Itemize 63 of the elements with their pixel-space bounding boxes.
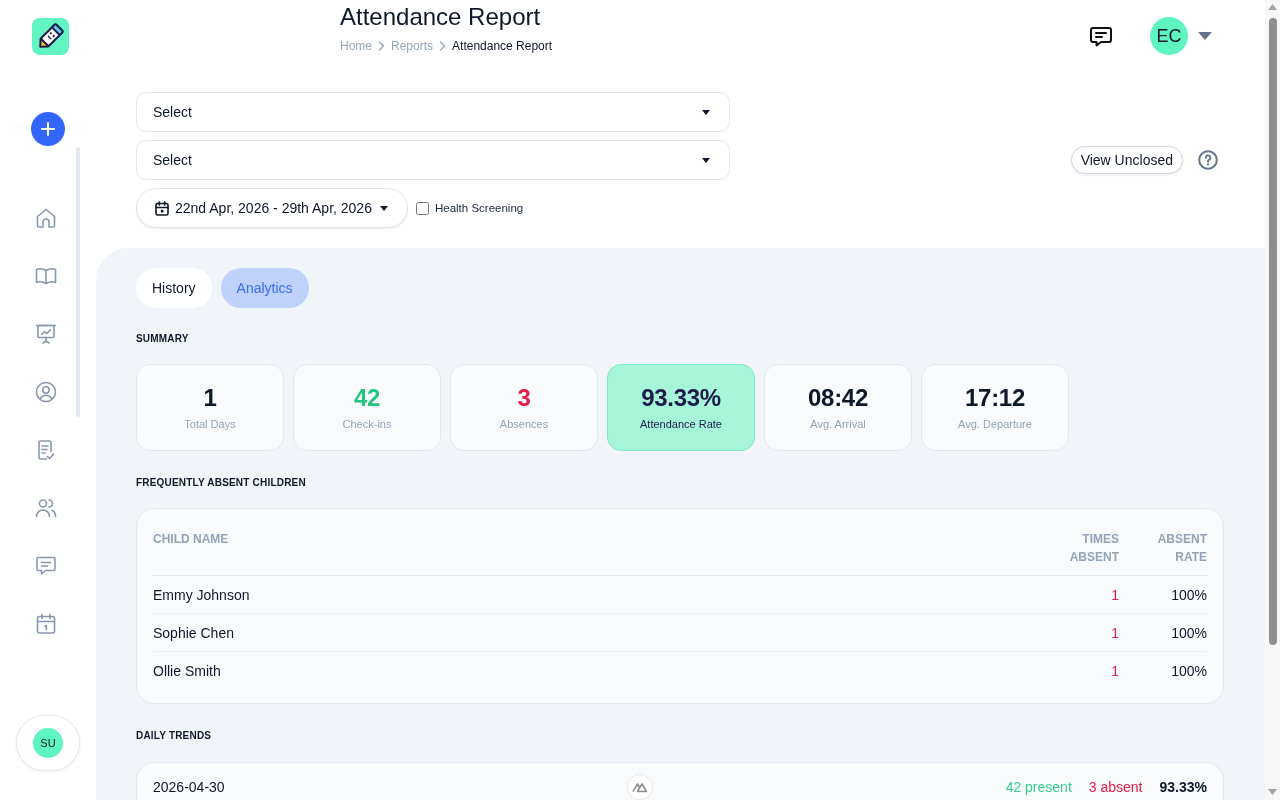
trend-date: 2026-04-30	[153, 779, 225, 795]
stat-value: 93.33%	[641, 384, 721, 412]
section-title: FREQUENTLY ABSENT CHILDREN	[136, 477, 306, 489]
presentation-chart-icon[interactable]	[34, 322, 58, 346]
chevron-right-icon	[378, 41, 385, 51]
chevron-right-icon	[439, 41, 447, 51]
stat-label: Attendance Rate	[640, 418, 722, 431]
caret-down-icon[interactable]	[702, 157, 710, 163]
pencil-logo-icon[interactable]	[32, 18, 69, 55]
users-icon[interactable]	[34, 496, 58, 520]
user-menu-button[interactable]: SU	[16, 715, 80, 771]
home-icon[interactable]	[34, 206, 58, 230]
stat-value: 42	[353, 384, 381, 412]
table-cell-text: Sophie Chen	[153, 624, 235, 641]
present-count: 42 present	[1005, 779, 1072, 795]
health-screening-checkbox[interactable]	[415, 201, 429, 215]
user-avatar[interactable]: EC	[1150, 17, 1188, 55]
plus-icon	[41, 122, 55, 136]
help-icon[interactable]	[1198, 150, 1218, 170]
calendar-icon[interactable]	[34, 612, 58, 636]
table-cell-text: 1	[1110, 662, 1119, 679]
stat-value: 17:12	[965, 384, 1025, 412]
stat-label: Check-ins	[342, 418, 392, 431]
stat-value: 1	[203, 384, 217, 412]
date-range-picker[interactable]: 22nd Apr, 2026 - 29th Apr, 2026	[136, 188, 408, 228]
table-cell-text: 100%	[1170, 624, 1207, 641]
column-header: TIMES ABSENT	[1069, 531, 1119, 566]
triangles-logo-icon[interactable]	[627, 774, 653, 800]
stat-label: Avg. Departure	[958, 418, 1032, 431]
column-header: ABSENT RATE	[1157, 531, 1207, 566]
stat-value: 3	[517, 384, 531, 412]
table-cell-text: Emmy Johnson	[153, 586, 251, 603]
caret-down-icon[interactable]	[702, 109, 710, 115]
breadcrumb-item: Attendance Report	[452, 38, 553, 54]
section-title: DAILY TRENDS	[136, 730, 212, 742]
section-title: SUMMARY	[136, 333, 189, 345]
user-circle-icon[interactable]	[34, 380, 58, 404]
stat-label: Absences	[499, 418, 549, 431]
scrollbar-thumb[interactable]	[1268, 18, 1277, 645]
stat-label: Avg. Arrival	[810, 418, 866, 431]
user-avatar: SU	[33, 728, 63, 758]
page-title: Attendance Report	[340, 2, 541, 32]
view-unclosed-button[interactable]: View Unclosed	[1070, 146, 1183, 174]
table-cell-text: 100%	[1170, 586, 1207, 603]
table-cell-text: Ollie Smith	[153, 662, 222, 679]
add-button[interactable]	[31, 112, 65, 146]
arrow-up-icon[interactable]	[1268, 4, 1277, 10]
select-field[interactable]: Select	[136, 92, 730, 132]
column-header: CHILD NAME	[153, 531, 229, 548]
checkbox-label: Health Screening	[434, 202, 524, 214]
table-cell-text: 1	[1110, 624, 1119, 641]
stat-label: Total Days	[184, 418, 236, 431]
caret-down-icon[interactable]	[379, 205, 388, 211]
absent-count: 3 absent	[1088, 779, 1143, 795]
tab[interactable]: History	[136, 268, 212, 308]
chat-icon[interactable]	[1090, 25, 1112, 47]
attendance-rate: 93.33%	[1159, 779, 1207, 795]
select-field[interactable]: Select	[136, 140, 730, 180]
table-cell-text: 1	[1110, 586, 1119, 603]
calendar-icon	[155, 200, 169, 216]
table-cell-text: 100%	[1170, 662, 1207, 679]
arrow-down-icon[interactable]	[1268, 789, 1277, 795]
stat-value: 08:42	[808, 384, 868, 412]
